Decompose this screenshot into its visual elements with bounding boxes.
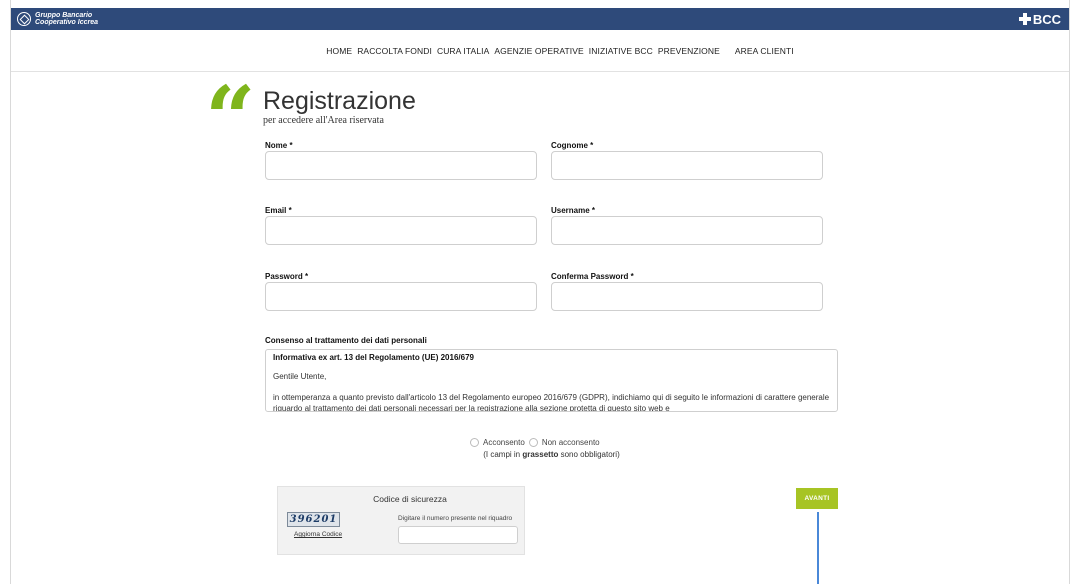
page-heading: “ Registrazione per accedere all'Area ri… — [205, 66, 416, 170]
privacy-notice-greeting: Gentile Utente, — [273, 372, 327, 381]
consent-options: Acconsento Non acconsento — [470, 438, 600, 447]
captcha-hint: Digitare il numero presente nel riquadro — [398, 515, 513, 522]
cognome-label: Cognome * — [551, 141, 594, 150]
required-note-suffix: sono obbligatori) — [558, 450, 620, 459]
nav-iniziative-bcc[interactable]: INIZIATIVE BCC — [589, 46, 653, 56]
required-note-bold: grassetto — [522, 450, 559, 459]
captcha-image: 396201 — [287, 512, 340, 527]
nav-home[interactable]: HOME — [326, 46, 352, 56]
required-note-prefix: (I campi in — [483, 450, 523, 459]
acconsento-radio[interactable] — [470, 438, 479, 447]
captcha-input[interactable] — [398, 526, 518, 544]
nome-label: Nome * — [265, 141, 293, 150]
username-label: Username * — [551, 206, 596, 215]
title-block: Registrazione per accedere all'Area rise… — [263, 88, 416, 126]
avanti-button[interactable]: AVANTI — [796, 488, 838, 509]
main-navigation: HOME RACCOLTA FONDI CURA ITALIA AGENZIE … — [11, 30, 1069, 72]
nome-field[interactable] — [265, 151, 537, 180]
privacy-notice-scrollbox[interactable]: Informativa ex art. 13 del Regolamento (… — [265, 349, 838, 412]
nav-raccolta-fondi[interactable]: RACCOLTA FONDI — [357, 46, 432, 56]
captcha-title: Codice di sicurezza — [373, 494, 447, 504]
bcc-logo[interactable]: BCC — [1018, 11, 1061, 27]
bcc-cross-icon — [1018, 13, 1031, 25]
nav-prevenzione[interactable]: PREVENZIONE — [658, 46, 720, 56]
email-field[interactable] — [265, 216, 537, 245]
required-fields-note: (I campi in grassetto sono obbligatori) — [0, 450, 1079, 459]
brand-left-text: Gruppo Bancario Cooperativo Iccrea — [35, 12, 98, 26]
conferma-password-label: Conferma Password * — [551, 272, 634, 281]
non-acconsento-radio[interactable] — [528, 438, 538, 447]
password-field[interactable] — [265, 282, 537, 311]
privacy-notice-body: in ottemperanza a quanto previsto dall'a… — [273, 393, 830, 412]
consent-section-title: Consenso al trattamento dei dati persona… — [265, 336, 427, 345]
non-acconsento-label[interactable]: Non acconsento — [542, 438, 600, 447]
username-field[interactable] — [551, 216, 823, 245]
nav-agenzie-operative[interactable]: AGENZIE OPERATIVE — [494, 46, 583, 56]
privacy-notice-heading: Informativa ex art. 13 del Regolamento (… — [273, 353, 474, 362]
gruppo-iccrea-logo[interactable]: Gruppo Bancario Cooperativo Iccrea — [17, 12, 98, 26]
conferma-password-field[interactable] — [551, 282, 823, 311]
pointer-indicator-line — [817, 512, 819, 584]
nav-area-clienti[interactable]: AREA CLIENTI — [735, 46, 794, 56]
acconsento-label[interactable]: Acconsento — [483, 438, 525, 447]
page-subtitle: per accedere all'Area riservata — [263, 115, 384, 126]
cognome-field[interactable] — [551, 151, 823, 180]
quote-mark-icon: “ — [205, 66, 256, 170]
browser-viewport: Gruppo Bancario Cooperativo Iccrea BCC H… — [10, 0, 1070, 584]
page-title: Registrazione — [263, 87, 416, 115]
iccrea-emblem-icon — [17, 12, 31, 26]
brand-left-line2: Cooperativo Iccrea — [35, 19, 99, 26]
brand-left-line1: Gruppo Bancario — [35, 12, 93, 19]
captcha-panel: Codice di sicurezza 396201 Aggiorna Codi… — [277, 486, 525, 555]
bcc-logo-text: BCC — [1032, 11, 1061, 27]
password-label: Password * — [265, 272, 309, 281]
nav-cura-italia[interactable]: CURA ITALIA — [437, 46, 489, 56]
refresh-captcha-link[interactable]: Aggiorna Codice — [294, 531, 342, 538]
top-brand-bar: Gruppo Bancario Cooperativo Iccrea BCC — [11, 8, 1069, 30]
email-label: Email * — [265, 206, 292, 215]
